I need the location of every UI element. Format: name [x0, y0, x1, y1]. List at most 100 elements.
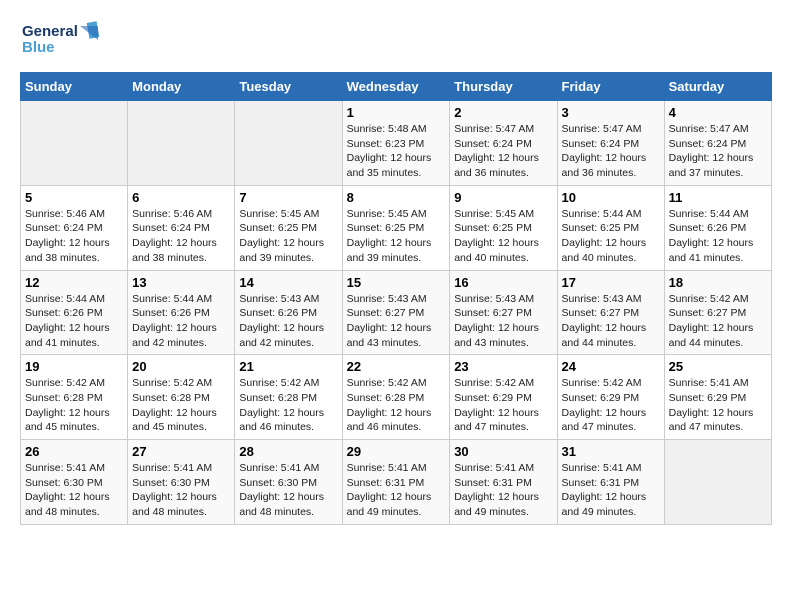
calendar-day-cell: 25 Sunrise: 5:41 AMSunset: 6:29 PMDayligh…: [664, 355, 771, 440]
calendar-day-cell: 19 Sunrise: 5:42 AMSunset: 6:28 PMDayligh…: [21, 355, 128, 440]
calendar-day-cell: 3Sunrise: 5:47 AMSunset: 6:24 PMDaylight…: [557, 101, 664, 186]
day-number: 17: [562, 275, 660, 290]
day-info: Sunrise: 5:46 AMSunset: 6:24 PMDaylight:…: [25, 207, 123, 266]
day-number: 5: [25, 190, 123, 205]
day-info: Sunrise: 5:44 AMSunset: 6:26 PMDaylight:…: [669, 207, 767, 266]
day-number: 30: [454, 444, 552, 459]
day-info: Sunrise: 5:45 AMSunset: 6:25 PMDaylight:…: [454, 207, 552, 266]
calendar-day-cell: 2Sunrise: 5:47 AMSunset: 6:24 PMDaylight…: [450, 101, 557, 186]
weekday-header: Tuesday: [235, 73, 342, 101]
day-number: 29: [347, 444, 446, 459]
day-number: 10: [562, 190, 660, 205]
calendar-day-cell: 27Sunrise: 5:41 AMSunset: 6:30 PMDayligh…: [128, 440, 235, 525]
weekday-header: Thursday: [450, 73, 557, 101]
weekday-header: Monday: [128, 73, 235, 101]
calendar-week-row: 1Sunrise: 5:48 AMSunset: 6:23 PMDaylight…: [21, 101, 772, 186]
day-number: 22: [347, 359, 446, 374]
calendar-day-cell: 4 Sunrise: 5:47 AMSunset: 6:24 PMDaylight…: [664, 101, 771, 186]
calendar-day-cell: 1Sunrise: 5:48 AMSunset: 6:23 PMDaylight…: [342, 101, 450, 186]
calendar-day-cell: 14 Sunrise: 5:43 AMSunset: 6:26 PMDayligh…: [235, 270, 342, 355]
calendar-day-cell: 13Sunrise: 5:44 AMSunset: 6:26 PMDayligh…: [128, 270, 235, 355]
day-info: Sunrise: 5:43 AMSunset: 6:27 PMDaylight:…: [562, 292, 660, 351]
day-info: Sunrise: 5:46 AMSunset: 6:24 PMDaylight:…: [132, 207, 230, 266]
day-info: Sunrise: 5:41 AMSunset: 6:31 PMDaylight:…: [347, 461, 446, 520]
day-info: Sunrise: 5:44 AMSunset: 6:26 PMDaylight:…: [25, 292, 123, 351]
day-number: 20: [132, 359, 230, 374]
day-info: Sunrise: 5:43 AMSunset: 6:27 PMDaylight:…: [347, 292, 446, 351]
day-info: Sunrise: 5:41 AMSunset: 6:30 PMDaylight:…: [132, 461, 230, 520]
calendar-day-cell: 31 Sunrise: 5:41 AMSunset: 6:31 PMDayligh…: [557, 440, 664, 525]
calendar-day-cell: [21, 101, 128, 186]
day-number: 14: [239, 275, 337, 290]
day-info: Sunrise: 5:42 AMSunset: 6:29 PMDaylight:…: [562, 376, 660, 435]
day-number: 28: [239, 444, 337, 459]
calendar-day-cell: 30 Sunrise: 5:41 AMSunset: 6:31 PMDayligh…: [450, 440, 557, 525]
weekday-header: Sunday: [21, 73, 128, 101]
calendar-day-cell: 11 Sunrise: 5:44 AMSunset: 6:26 PMDayligh…: [664, 185, 771, 270]
day-info: Sunrise: 5:43 AMSunset: 6:26 PMDaylight:…: [239, 292, 337, 351]
day-info: Sunrise: 5:45 AMSunset: 6:25 PMDaylight:…: [239, 207, 337, 266]
day-info: Sunrise: 5:48 AMSunset: 6:23 PMDaylight:…: [347, 122, 446, 181]
day-info: Sunrise: 5:44 AMSunset: 6:25 PMDaylight:…: [562, 207, 660, 266]
day-info: Sunrise: 5:41 AMSunset: 6:30 PMDaylight:…: [239, 461, 337, 520]
day-number: 9: [454, 190, 552, 205]
svg-text:Blue: Blue: [22, 39, 55, 56]
day-info: Sunrise: 5:41 AMSunset: 6:29 PMDaylight:…: [669, 376, 767, 435]
calendar-week-row: 19 Sunrise: 5:42 AMSunset: 6:28 PMDayligh…: [21, 355, 772, 440]
calendar-week-row: 26 Sunrise: 5:41 AMSunset: 6:30 PMDayligh…: [21, 440, 772, 525]
day-number: 16: [454, 275, 552, 290]
calendar-week-row: 12 Sunrise: 5:44 AMSunset: 6:26 PMDayligh…: [21, 270, 772, 355]
day-info: Sunrise: 5:42 AMSunset: 6:28 PMDaylight:…: [25, 376, 123, 435]
day-info: Sunrise: 5:43 AMSunset: 6:27 PMDaylight:…: [454, 292, 552, 351]
calendar-day-cell: 10 Sunrise: 5:44 AMSunset: 6:25 PMDayligh…: [557, 185, 664, 270]
day-info: Sunrise: 5:42 AMSunset: 6:27 PMDaylight:…: [669, 292, 767, 351]
calendar-week-row: 5 Sunrise: 5:46 AMSunset: 6:24 PMDaylight…: [21, 185, 772, 270]
calendar-day-cell: 23 Sunrise: 5:42 AMSunset: 6:29 PMDayligh…: [450, 355, 557, 440]
calendar-day-cell: 18 Sunrise: 5:42 AMSunset: 6:27 PMDayligh…: [664, 270, 771, 355]
day-number: 19: [25, 359, 123, 374]
calendar-day-cell: [235, 101, 342, 186]
calendar-day-cell: 17 Sunrise: 5:43 AMSunset: 6:27 PMDayligh…: [557, 270, 664, 355]
calendar-day-cell: 20Sunrise: 5:42 AMSunset: 6:28 PMDayligh…: [128, 355, 235, 440]
day-info: Sunrise: 5:42 AMSunset: 6:28 PMDaylight:…: [347, 376, 446, 435]
day-number: 31: [562, 444, 660, 459]
calendar-day-cell: [128, 101, 235, 186]
logo-svg: General Blue: [20, 20, 100, 62]
logo: General Blue: [20, 20, 100, 62]
day-number: 4: [669, 105, 767, 120]
day-number: 25: [669, 359, 767, 374]
day-info: Sunrise: 5:47 AMSunset: 6:24 PMDaylight:…: [454, 122, 552, 181]
day-number: 12: [25, 275, 123, 290]
day-info: Sunrise: 5:41 AMSunset: 6:30 PMDaylight:…: [25, 461, 123, 520]
calendar-day-cell: 29 Sunrise: 5:41 AMSunset: 6:31 PMDayligh…: [342, 440, 450, 525]
day-number: 8: [347, 190, 446, 205]
day-info: Sunrise: 5:45 AMSunset: 6:25 PMDaylight:…: [347, 207, 446, 266]
day-number: 15: [347, 275, 446, 290]
day-number: 3: [562, 105, 660, 120]
day-number: 21: [239, 359, 337, 374]
calendar-day-cell: 21 Sunrise: 5:42 AMSunset: 6:28 PMDayligh…: [235, 355, 342, 440]
calendar-day-cell: 8 Sunrise: 5:45 AMSunset: 6:25 PMDaylight…: [342, 185, 450, 270]
day-number: 18: [669, 275, 767, 290]
day-info: Sunrise: 5:41 AMSunset: 6:31 PMDaylight:…: [454, 461, 552, 520]
day-number: 23: [454, 359, 552, 374]
calendar-day-cell: [664, 440, 771, 525]
day-info: Sunrise: 5:41 AMSunset: 6:31 PMDaylight:…: [562, 461, 660, 520]
calendar-day-cell: 28 Sunrise: 5:41 AMSunset: 6:30 PMDayligh…: [235, 440, 342, 525]
calendar-day-cell: 7 Sunrise: 5:45 AMSunset: 6:25 PMDaylight…: [235, 185, 342, 270]
day-number: 7: [239, 190, 337, 205]
day-number: 24: [562, 359, 660, 374]
day-number: 11: [669, 190, 767, 205]
calendar-day-cell: 6 Sunrise: 5:46 AMSunset: 6:24 PMDaylight…: [128, 185, 235, 270]
calendar-day-cell: 5 Sunrise: 5:46 AMSunset: 6:24 PMDaylight…: [21, 185, 128, 270]
day-info: Sunrise: 5:42 AMSunset: 6:29 PMDaylight:…: [454, 376, 552, 435]
day-info: Sunrise: 5:44 AMSunset: 6:26 PMDaylight:…: [132, 292, 230, 351]
calendar-day-cell: 15 Sunrise: 5:43 AMSunset: 6:27 PMDayligh…: [342, 270, 450, 355]
page-header: General Blue: [20, 20, 772, 62]
weekday-header: Friday: [557, 73, 664, 101]
calendar-day-cell: 24 Sunrise: 5:42 AMSunset: 6:29 PMDayligh…: [557, 355, 664, 440]
day-number: 26: [25, 444, 123, 459]
day-info: Sunrise: 5:42 AMSunset: 6:28 PMDaylight:…: [239, 376, 337, 435]
day-info: Sunrise: 5:47 AMSunset: 6:24 PMDaylight:…: [669, 122, 767, 181]
day-number: 6: [132, 190, 230, 205]
